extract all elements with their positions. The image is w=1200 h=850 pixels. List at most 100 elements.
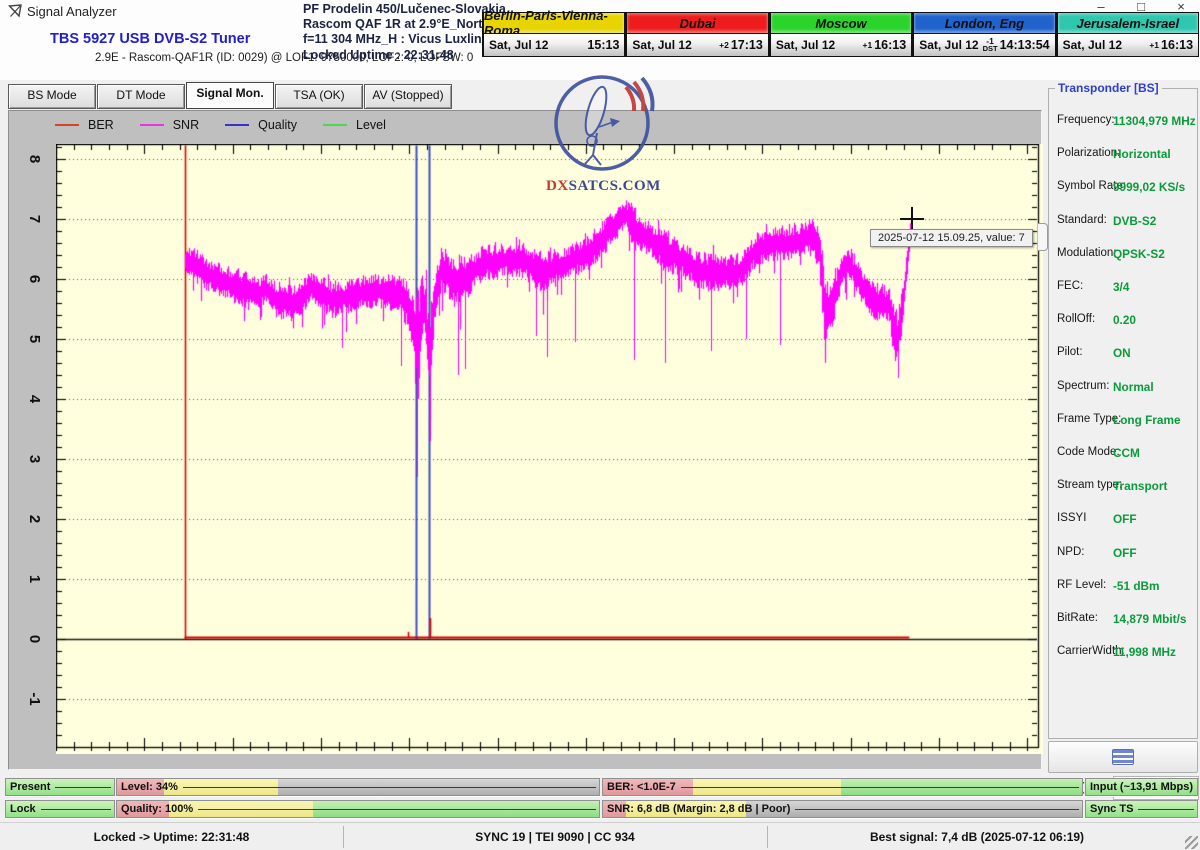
transponder-row-value: Transport [1113,479,1167,493]
tuner-title: TBS 5927 USB DVB-S2 Tuner [50,31,250,47]
dxsatcs-watermark-logo: DXSATCS.COM [546,65,658,195]
transponder-row-value: Normal [1113,380,1154,394]
status-sync-counters: SYNC 19 | TEI 9090 | CC 934 [343,823,767,850]
transponder-row: Frequency:11304,979 MHz [1049,114,1197,134]
y-axis-tick-label: 4 [26,386,42,412]
tab-signal-mon[interactable]: Signal Mon. [186,82,274,109]
tab-bs-mode[interactable]: BS Mode [8,84,96,109]
y-axis-tick-label: -1 [26,686,42,712]
transponder-row-value: 3/4 [1113,280,1129,294]
level-swatch [323,124,347,126]
y-axis-tick-label: 5 [26,326,42,352]
transponder-row: Code Mode:CCM [1049,446,1197,466]
status-best-signal: Best signal: 7,4 dB (2025-07-12 06:19) [767,823,1187,850]
world-clocks: Berlin-Paris-Vienna-Roma Sat, Jul 12 15:… [482,12,1199,57]
legend-item-level: Level [323,118,386,132]
transponder-row: Spectrum: Normal [1049,380,1197,400]
site-info-line: f=11 304 MHz_H : Vicus Luxlink [303,32,506,47]
watermark-text: DXSATCS.COM [546,178,658,195]
window-title: Signal Analyzer [27,4,117,19]
transponder-row-label: FEC: [1057,280,1083,292]
clock-city-label: London, Eng [914,13,1054,34]
input-indicator: Input (~13,91 Mbps) [1085,778,1198,796]
transponder-row-label: RollOff: [1057,313,1095,325]
transponder-row: ISSYI OFF [1049,512,1197,532]
save-snapshot-button[interactable] [1048,741,1198,773]
ber-meter: BER: <1.0E-7 [602,778,1083,796]
transponder-row-label: NPD: [1057,546,1084,558]
transponder-row-label: RF Level: [1057,579,1106,591]
transponder-row-value: 11304,979 MHz [1113,114,1196,128]
transponder-row: FEC: 3/4 [1049,280,1197,300]
transponder-row-label: ISSYI [1057,512,1086,524]
clock-time-row: Sat, Jul 12 +1 16:13 [771,34,911,56]
transponder-row-label: BitRate: [1057,612,1098,624]
level-meter: Level: 34% [116,778,600,796]
y-axis-tick-label: 6 [26,266,42,292]
transponder-row-label: Standard: [1057,214,1107,226]
transponder-row: CarrierWidth:11,998 MHz [1049,645,1197,665]
snr-swatch [140,124,164,126]
transponder-row-value: OFF [1113,512,1137,526]
transponder-row-label: Code Mode: [1057,446,1120,458]
transponder-panel-title: Transponder [BS] [1055,81,1162,95]
transponder-row-label: Spectrum: [1057,380,1109,392]
transponder-row-label: Polarization: [1057,147,1120,159]
site-info: PF Prodelin 450/Lučenec-Slovakia Rascom … [303,2,506,63]
y-axis-tick-label: 8 [26,146,42,172]
y-axis-tick-label: 7 [26,206,42,232]
transponder-row: Modulation:QPSK-S2 [1049,247,1197,267]
tab-dt-mode[interactable]: DT Mode [97,84,185,109]
transponder-row-value: Horizontal [1113,147,1171,161]
clock-moscow: Moscow Sat, Jul 12 +1 16:13 [769,12,912,57]
legend-item-snr: SNR [140,118,199,132]
clock-time-row: Sat, Jul 12 -1DST 14:13:54 [914,34,1054,56]
transponder-row-label: Frequency: [1057,114,1115,126]
resize-grip[interactable] [1185,836,1198,849]
transponder-row-label: Frame Type: [1057,413,1121,425]
tab-av[interactable]: AV (Stopped) [364,84,452,109]
transponder-row: Symbol Rate:9999,02 KS/s [1049,180,1197,200]
transponder-row: Standard:DVB-S2 [1049,214,1197,234]
tab-tsa[interactable]: TSA (OK) [275,84,363,109]
clock-dubai: Dubai Sat, Jul 12 +2 17:13 [625,12,768,57]
transponder-row-value: -51 dBm [1113,579,1160,593]
transponder-row: RollOff: 0.20 [1049,313,1197,333]
ber-swatch [55,124,79,126]
clock-time-row: Sat, Jul 12 +1 16:13 [1058,34,1198,56]
clock-berlin-paris-vienna-roma: Berlin-Paris-Vienna-Roma Sat, Jul 12 15:… [482,12,625,57]
transponder-panel: Transponder [BS] Frequency:11304,979 MHz… [1048,88,1198,739]
panel-collapse-handle[interactable] [1038,223,1048,251]
y-axis-tick-label: 1 [26,566,42,592]
transponder-row-label: Modulation: [1057,247,1116,259]
site-info-line: PF Prodelin 450/Lučenec-Slovakia [303,2,506,17]
quality-meter: Quality: 100% [116,800,600,818]
transponder-row: NPD: OFF [1049,546,1197,566]
app-icon [8,4,23,19]
clock-city-label: Berlin-Paris-Vienna-Roma [484,13,624,34]
site-info-line: Locked Uptime : 22:31:48 [303,48,506,63]
sync-ts-indicator: Sync TS [1085,800,1198,818]
clock-time-row: Sat, Jul 12 +2 17:13 [627,34,767,56]
clock-jerusalem: Jerusalem-Israel Sat, Jul 12 +1 16:13 [1056,12,1199,57]
transponder-row-value: OFF [1113,546,1137,560]
transponder-row-value: 9999,02 KS/s [1113,180,1185,194]
transponder-row-value: 14,879 Mbit/s [1113,612,1186,626]
transponder-row: Polarization:Horizontal [1049,147,1197,167]
transponder-row: Pilot:ON [1049,346,1197,366]
legend-item-ber: BER [55,118,114,132]
transponder-row-value: Long Frame [1113,413,1181,427]
signal-analyzer-window: Signal Analyzer – □ × TBS 5927 USB DVB-S… [0,0,1200,850]
chart-legend: BER SNR Quality Level [55,116,412,134]
disk-icon [1112,749,1134,765]
quality-swatch [225,124,249,126]
transponder-row-value: CCM [1113,446,1140,460]
site-info-line: Rascom QAF 1R at 2.9°E_North [303,17,506,32]
clock-city-label: Dubai [627,13,767,34]
present-indicator: Present [5,778,115,796]
statusbar: Locked -> Uptime: 22:31:48 SYNC 19 | TEI… [0,822,1200,850]
transponder-row-value: 0.20 [1113,313,1136,327]
lock-indicator: Lock [5,800,115,818]
status-uptime: Locked -> Uptime: 22:31:48 [0,823,343,850]
transponder-row: Frame Type:Long Frame [1049,413,1197,433]
